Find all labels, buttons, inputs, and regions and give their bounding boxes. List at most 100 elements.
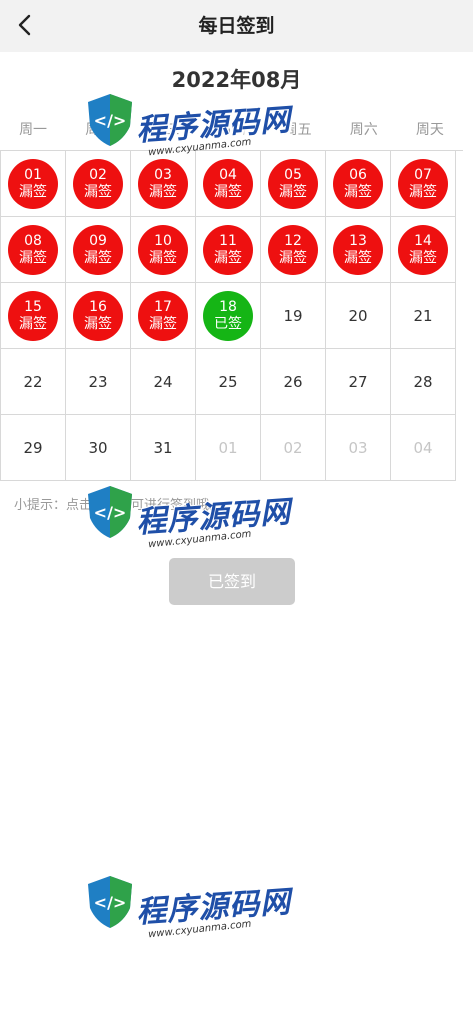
- calendar-day-cell[interactable]: 16 漏签: [66, 283, 131, 349]
- day-status: 已签: [214, 315, 242, 332]
- day-number: 23: [88, 372, 108, 391]
- missed-day-badge: 01 漏签: [8, 158, 58, 209]
- day-number: 06: [349, 166, 367, 183]
- calendar-day-cell[interactable]: 25: [196, 349, 261, 415]
- missed-day-badge: 04 漏签: [203, 158, 253, 209]
- day-status: 漏签: [84, 183, 112, 200]
- calendar-day-cell[interactable]: 19: [261, 283, 326, 349]
- day-status: 漏签: [409, 183, 437, 200]
- day-number: 10: [154, 232, 172, 249]
- calendar-day-cell[interactable]: 01: [196, 415, 261, 481]
- calendar-day-cell[interactable]: 31: [131, 415, 196, 481]
- missed-day-badge: 12 漏签: [268, 224, 318, 275]
- signed-day-badge: 18 已签: [203, 290, 253, 341]
- calendar-day-cell[interactable]: 13 漏签: [326, 217, 391, 283]
- calendar-day-cell[interactable]: 23: [66, 349, 131, 415]
- day-status: 漏签: [279, 249, 307, 266]
- month-title: 2022年08月: [171, 68, 302, 92]
- missed-day-badge: 13 漏签: [333, 224, 383, 275]
- day-status: 漏签: [19, 249, 47, 266]
- calendar-day-cell[interactable]: 12 漏签: [261, 217, 326, 283]
- missed-day-badge: 09 漏签: [73, 224, 123, 275]
- calendar-day-cell[interactable]: 09 漏签: [66, 217, 131, 283]
- day-status: 漏签: [149, 315, 177, 332]
- day-number: 01: [218, 438, 238, 457]
- weekday-label: 周二: [85, 122, 114, 138]
- calendar-day-cell[interactable]: 10 漏签: [131, 217, 196, 283]
- missed-day-badge: 16 漏签: [73, 290, 123, 341]
- calendar-day-cell[interactable]: 29: [1, 415, 66, 481]
- calendar-day-cell[interactable]: 01 漏签: [1, 151, 66, 217]
- watermark: </> 程序源码网 www.cxyuanma.com: [84, 868, 293, 964]
- watermark-url: www.cxyuanma.com: [147, 918, 252, 941]
- calendar-day-cell[interactable]: 08 漏签: [1, 217, 66, 283]
- calendar-day-cell[interactable]: 30: [66, 415, 131, 481]
- calendar-day-cell[interactable]: 20: [326, 283, 391, 349]
- watermark-text: 程序源码网: [135, 884, 293, 931]
- day-number: 04: [413, 438, 433, 457]
- calendar-day-cell[interactable]: 06 漏签: [326, 151, 391, 217]
- day-number: 13: [349, 232, 367, 249]
- day-number: 03: [348, 438, 368, 457]
- day-number: 03: [154, 166, 172, 183]
- day-number: 21: [413, 306, 433, 325]
- calendar-day-cell[interactable]: 07 漏签: [391, 151, 456, 217]
- day-number: 12: [284, 232, 302, 249]
- day-status: 漏签: [214, 183, 242, 200]
- missed-day-badge: 06 漏签: [333, 158, 383, 209]
- missed-day-badge: 14 漏签: [398, 224, 448, 275]
- day-number: 01: [24, 166, 42, 183]
- weekday-label: 周六: [349, 122, 378, 138]
- day-number: 02: [89, 166, 107, 183]
- calendar-day-cell[interactable]: 15 漏签: [1, 283, 66, 349]
- calendar-day-cell[interactable]: 14 漏签: [391, 217, 456, 283]
- calendar-day-cell[interactable]: 05 漏签: [261, 151, 326, 217]
- calendar-day-cell[interactable]: 21: [391, 283, 456, 349]
- svg-text:</>: </>: [94, 893, 127, 912]
- day-status: 漏签: [149, 249, 177, 266]
- day-number: 31: [153, 438, 173, 457]
- day-number: 18: [219, 298, 237, 315]
- calendar-day-cell[interactable]: 26: [261, 349, 326, 415]
- calendar-day-cell[interactable]: 03: [326, 415, 391, 481]
- day-status: 漏签: [214, 249, 242, 266]
- sign-in-button[interactable]: 已签到: [169, 558, 295, 605]
- calendar-day-cell[interactable]: 27: [326, 349, 391, 415]
- day-number: 14: [414, 232, 432, 249]
- day-number: 26: [283, 372, 303, 391]
- day-status: 漏签: [19, 315, 47, 332]
- day-number: 04: [219, 166, 237, 183]
- day-number: 22: [23, 372, 43, 391]
- weekday-label: 周五: [283, 122, 312, 138]
- calendar-day-cell[interactable]: 17 漏签: [131, 283, 196, 349]
- calendar-day-cell[interactable]: 02: [261, 415, 326, 481]
- missed-day-badge: 03 漏签: [138, 158, 188, 209]
- calendar-day-cell[interactable]: 02 漏签: [66, 151, 131, 217]
- day-number: 17: [154, 298, 172, 315]
- day-status: 漏签: [279, 183, 307, 200]
- calendar-day-cell[interactable]: 11 漏签: [196, 217, 261, 283]
- missed-day-badge: 10 漏签: [138, 224, 188, 275]
- weekday-header-row: 周一 周二 周三 周四 周五 周六 周天: [0, 112, 463, 148]
- day-status: 漏签: [84, 315, 112, 332]
- day-number: 20: [348, 306, 368, 325]
- weekday-label: 周一: [19, 122, 48, 138]
- calendar-day-cell[interactable]: 24: [131, 349, 196, 415]
- missed-day-badge: 17 漏签: [138, 290, 188, 341]
- calendar-day-cell[interactable]: 22: [1, 349, 66, 415]
- missed-day-badge: 08 漏签: [8, 224, 58, 275]
- calendar-day-cell[interactable]: 18 已签: [196, 283, 261, 349]
- calendar-day-cell[interactable]: 28: [391, 349, 456, 415]
- weekday-label: 周天: [415, 122, 444, 138]
- calendar-day-cell[interactable]: 03 漏签: [131, 151, 196, 217]
- app-header: 每日签到: [0, 0, 473, 52]
- weekday-label: 周三: [151, 122, 180, 138]
- calendar-day-cell[interactable]: 04 漏签: [196, 151, 261, 217]
- calendar-day-cell[interactable]: 04: [391, 415, 456, 481]
- day-number: 08: [24, 232, 42, 249]
- calendar-grid: 01 漏签 02 漏签 03 漏签 04 漏签 05 漏签 06 漏签 07 漏签 08 漏签 09 漏签 10 漏签…: [0, 150, 463, 481]
- watermark-logo-icon: </>: [88, 876, 132, 928]
- day-status: 漏签: [19, 183, 47, 200]
- page-title: 每日签到: [198, 15, 275, 37]
- missed-day-badge: 02 漏签: [73, 158, 123, 209]
